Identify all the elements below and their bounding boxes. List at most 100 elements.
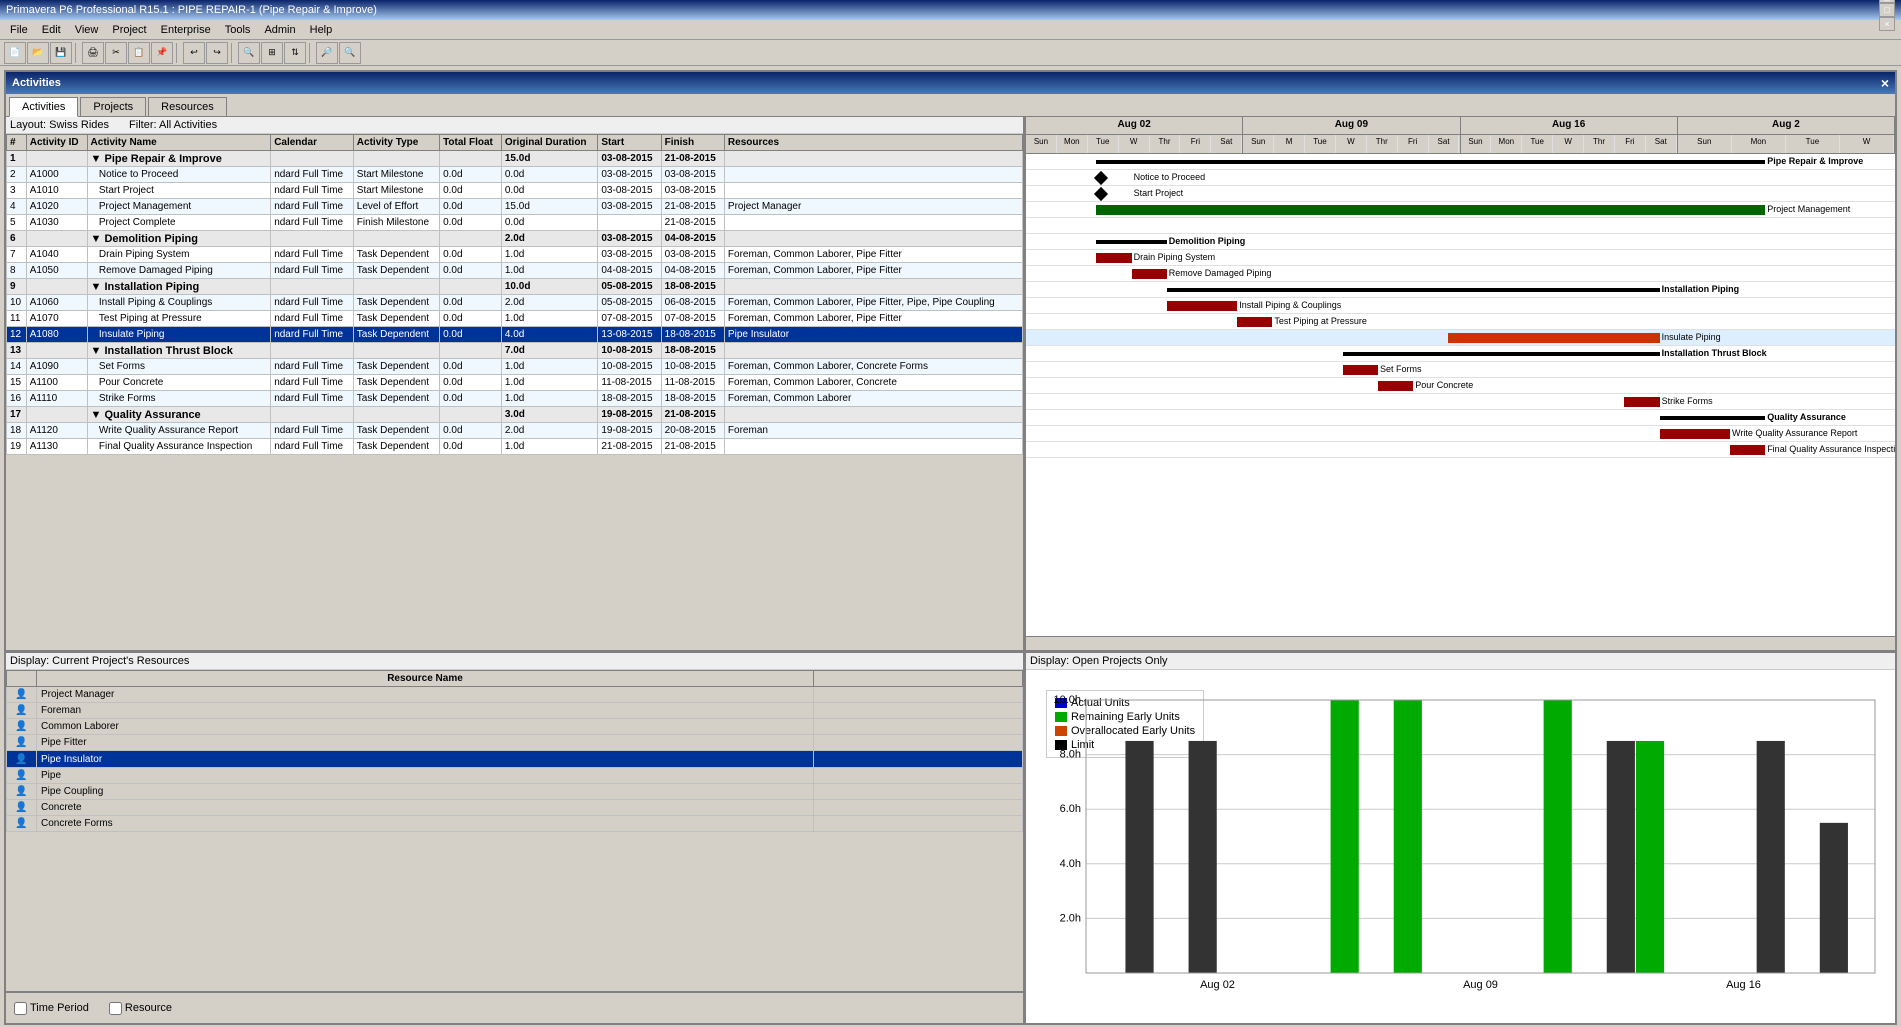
table-row[interactable]: 3 A1010 Start Project ndard Full Time St… <box>7 183 1023 199</box>
cell-orig-dur: 1.0d <box>501 311 597 327</box>
gantt-bar-label: Write Quality Assurance Report <box>1732 428 1857 438</box>
resource-row[interactable]: 👤 Project Manager <box>7 687 1023 703</box>
table-row[interactable]: 9 ▼ Installation Piping 10.0d 05-08-2015… <box>7 279 1023 295</box>
gantt-row: Quality Assurance <box>1026 410 1895 426</box>
table-row[interactable]: 5 A1030 Project Complete ndard Full Time… <box>7 215 1023 231</box>
menu-tools[interactable]: Tools <box>219 22 257 38</box>
table-row[interactable]: 6 ▼ Demolition Piping 2.0d 03-08-2015 04… <box>7 231 1023 247</box>
cell-start: 07-08-2015 <box>598 311 661 327</box>
table-row[interactable]: 18 A1120 Write Quality Assurance Report … <box>7 423 1023 439</box>
cell-resources: Foreman, Common Laborer, Concrete <box>724 375 1022 391</box>
tab-resources[interactable]: Resources <box>148 97 227 116</box>
res-bar <box>814 687 1023 703</box>
undo-btn[interactable]: ↩ <box>183 42 205 64</box>
new-btn[interactable]: 📄 <box>4 42 26 64</box>
layout-filter-bar: Layout: Swiss Rides Filter: All Activiti… <box>6 117 1023 134</box>
menu-file[interactable]: File <box>4 22 34 38</box>
panel-close-btn[interactable]: × <box>1881 75 1889 91</box>
res-name: Pipe Fitter <box>37 735 814 751</box>
cell-act-id: A1120 <box>26 423 87 439</box>
zoom-in-btn[interactable]: 🔎 <box>316 42 338 64</box>
table-row[interactable]: 1 ▼ Pipe Repair & Improve 15.0d 03-08-20… <box>7 151 1023 167</box>
cell-orig-dur: 2.0d <box>501 231 597 247</box>
resource-row[interactable]: 👤 Common Laborer <box>7 719 1023 735</box>
cell-resources <box>724 407 1022 423</box>
resource-row[interactable]: 👤 Pipe Fitter <box>7 735 1023 751</box>
redo-btn[interactable]: ↪ <box>206 42 228 64</box>
cell-total-float: 0.0d <box>440 247 502 263</box>
menu-project[interactable]: Project <box>106 22 152 38</box>
cell-act-name: Drain Piping System <box>87 247 271 263</box>
menu-help[interactable]: Help <box>304 22 339 38</box>
cell-act-name: ▼ Demolition Piping <box>87 231 271 247</box>
table-row[interactable]: 11 A1070 Test Piping at Pressure ndard F… <box>7 311 1023 327</box>
copy-btn[interactable]: 📋 <box>128 42 150 64</box>
resource-panel: Display: Current Project's Resources Res… <box>6 653 1026 1023</box>
table-row[interactable]: 19 A1130 Final Quality Assurance Inspect… <box>7 439 1023 455</box>
paste-btn[interactable]: 📌 <box>151 42 173 64</box>
cell-act-name: Start Project <box>87 183 271 199</box>
activity-table: # Activity ID Activity Name Calendar Act… <box>6 134 1023 455</box>
res-name: Concrete <box>37 800 814 816</box>
tab-activities[interactable]: Activities <box>9 97 78 117</box>
open-btn[interactable]: 📂 <box>27 42 49 64</box>
print-btn[interactable]: 🖨 <box>82 42 104 64</box>
resource-row[interactable]: 👤 Pipe Coupling <box>7 784 1023 800</box>
table-row[interactable]: 13 ▼ Installation Thrust Block 7.0d 10-0… <box>7 343 1023 359</box>
cell-start: 03-08-2015 <box>598 247 661 263</box>
table-row[interactable]: 4 A1020 Project Management ndard Full Ti… <box>7 199 1023 215</box>
cell-act-type: Task Dependent <box>353 423 439 439</box>
gantt-group-label: Installation Piping <box>1662 284 1740 294</box>
cell-calendar: ndard Full Time <box>271 183 354 199</box>
cell-calendar: ndard Full Time <box>271 423 354 439</box>
filter-btn[interactable]: 🔍 <box>238 42 260 64</box>
table-row[interactable]: 7 A1040 Drain Piping System ndard Full T… <box>7 247 1023 263</box>
resource-row[interactable]: 👤 Concrete <box>7 800 1023 816</box>
save-btn[interactable]: 💾 <box>50 42 72 64</box>
resource-row[interactable]: 👤 Pipe <box>7 768 1023 784</box>
gantt-bar-label: Set Forms <box>1380 364 1422 374</box>
gantt-bar <box>1096 253 1131 263</box>
group-btn[interactable]: ⊞ <box>261 42 283 64</box>
zoom-out-btn[interactable]: 🔍 <box>339 42 361 64</box>
close-btn[interactable]: × <box>1879 17 1895 31</box>
sort-btn[interactable]: ⇅ <box>284 42 306 64</box>
menu-view[interactable]: View <box>69 22 105 38</box>
cell-calendar <box>271 231 354 247</box>
table-row[interactable]: 12 A1080 Insulate Piping ndard Full Time… <box>7 327 1023 343</box>
cell-act-name: Set Forms <box>87 359 271 375</box>
cell-act-id <box>26 231 87 247</box>
table-row[interactable]: 10 A1060 Install Piping & Couplings ndar… <box>7 295 1023 311</box>
table-row[interactable]: 17 ▼ Quality Assurance 3.0d 19-08-2015 2… <box>7 407 1023 423</box>
gantt-group-bar <box>1343 352 1660 356</box>
maximize-btn[interactable]: □ <box>1879 3 1895 17</box>
cell-total-float: 0.0d <box>440 183 502 199</box>
table-row[interactable]: 14 A1090 Set Forms ndard Full Time Task … <box>7 359 1023 375</box>
resource-row[interactable]: 👤 Concrete Forms <box>7 816 1023 832</box>
menu-admin[interactable]: Admin <box>258 22 301 38</box>
cell-orig-dur: 1.0d <box>501 391 597 407</box>
menu-edit[interactable]: Edit <box>36 22 67 38</box>
table-row[interactable]: 8 A1050 Remove Damaged Piping ndard Full… <box>7 263 1023 279</box>
gantt-row: Test Piping at Pressure <box>1026 314 1895 330</box>
table-row[interactable]: 15 A1100 Pour Concrete ndard Full Time T… <box>7 375 1023 391</box>
tab-projects[interactable]: Projects <box>80 97 146 116</box>
activities-panel: Activities × Activities Projects Resourc… <box>4 70 1897 1025</box>
table-row[interactable]: 16 A1110 Strike Forms ndard Full Time Ta… <box>7 391 1023 407</box>
time-period-checkbox[interactable]: Time Period <box>14 1002 89 1015</box>
cell-act-name: Strike Forms <box>87 391 271 407</box>
cell-total-float: 0.0d <box>440 215 502 231</box>
cut-btn[interactable]: ✂ <box>105 42 127 64</box>
cell-finish: 18-08-2015 <box>661 279 724 295</box>
chart-panel-title: Display: Open Projects Only <box>1026 653 1895 670</box>
resource-row[interactable]: 👤 Foreman <box>7 703 1023 719</box>
gantt-bar-label: Drain Piping System <box>1134 252 1216 262</box>
gantt-hscrollbar[interactable] <box>1026 636 1895 650</box>
table-row[interactable]: 2 A1000 Notice to Proceed ndard Full Tim… <box>7 167 1023 183</box>
gantt-bar-label: Install Piping & Couplings <box>1239 300 1341 310</box>
cell-finish: 18-08-2015 <box>661 327 724 343</box>
res-bar <box>814 800 1023 816</box>
menu-enterprise[interactable]: Enterprise <box>155 22 217 38</box>
resource-checkbox[interactable]: Resource <box>109 1002 172 1015</box>
resource-row[interactable]: 👤 Pipe Insulator <box>7 751 1023 768</box>
